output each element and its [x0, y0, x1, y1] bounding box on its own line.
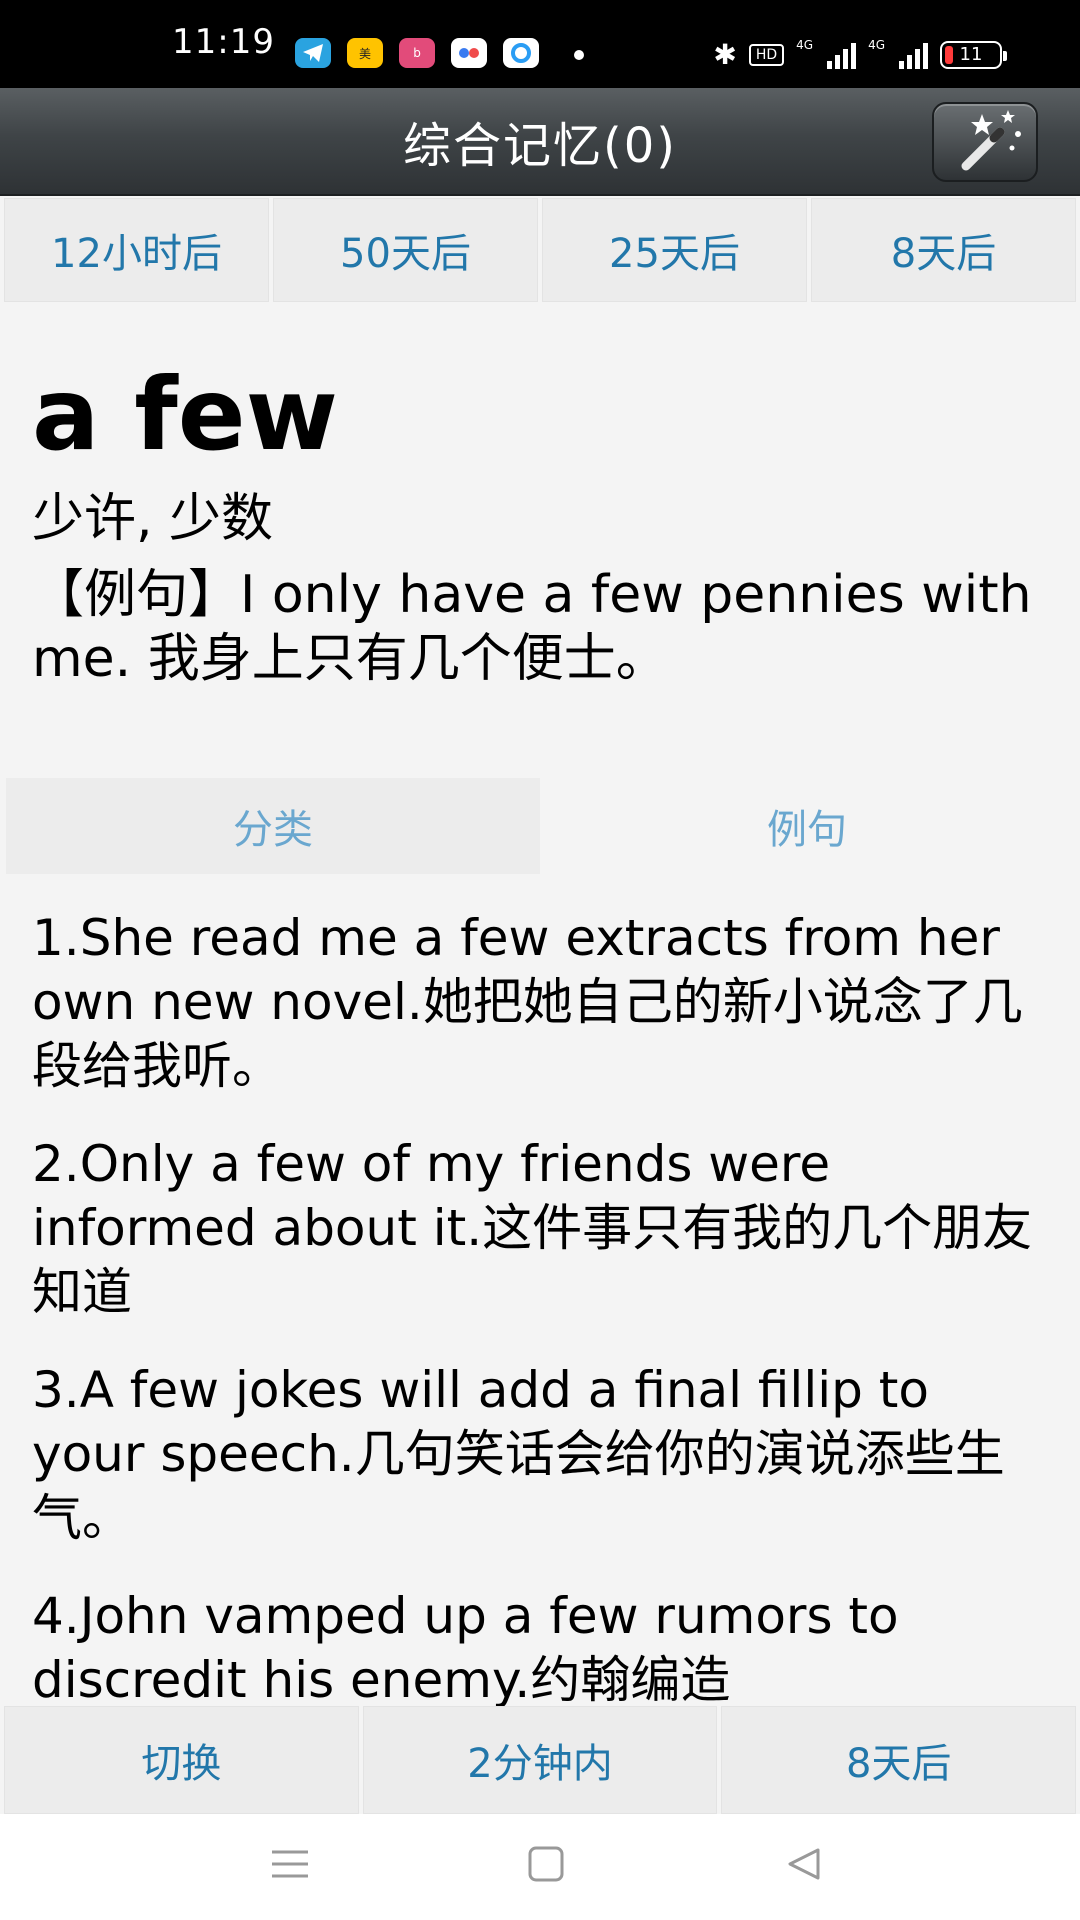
list-item: 1.She read me a few extracts from her ow…: [32, 909, 1023, 1095]
cloud-icon: [451, 38, 487, 68]
system-indicators: ✱ HD 4G 4G 11: [713, 38, 1007, 71]
battery-icon: 11: [940, 40, 1007, 69]
signal-icon-1: [827, 41, 857, 69]
status-time: 11:19: [172, 22, 275, 62]
bilibili-icon: b: [399, 38, 435, 68]
word-text: a few: [32, 356, 339, 473]
schedule-50d-button[interactable]: 50天后: [273, 198, 538, 302]
notification-icons: 美 b: [295, 38, 539, 68]
list-item: 3.A few jokes will add a final fillip to…: [32, 1361, 1005, 1547]
tab-examples[interactable]: 例句: [540, 778, 1074, 874]
telegram-icon: [295, 38, 331, 68]
tab-bar: 分类 例句: [6, 778, 1074, 874]
magic-wand-button[interactable]: [932, 102, 1038, 182]
more-notifications-dot: [574, 50, 584, 60]
app-icon: [503, 38, 539, 68]
example-list: 1.She read me a few extracts from her ow…: [32, 906, 1052, 1706]
word-example: 【例句】I only have a few pennies with me. 我…: [32, 565, 1032, 689]
menu-icon: [272, 1850, 308, 1878]
schedule-12h-button[interactable]: 12小时后: [4, 198, 269, 302]
back-button[interactable]: [784, 1844, 824, 1888]
menu-button[interactable]: [270, 1844, 310, 1888]
bluetooth-icon: ✱: [713, 38, 737, 71]
schedule-25d-button[interactable]: 25天后: [542, 198, 807, 302]
schedule-8d-button[interactable]: 8天后: [811, 198, 1076, 302]
hd-badge: HD: [748, 43, 785, 66]
signal-icon-2: [899, 41, 928, 69]
within-2-minutes-button[interactable]: 2分钟内: [362, 1706, 718, 1814]
app-header: 综合记忆(0): [0, 88, 1080, 196]
network-label-1: 4G: [796, 38, 814, 52]
page-title: 综合记忆(0): [403, 118, 677, 174]
meituan-icon: 美: [347, 38, 383, 68]
magic-wand-icon: [961, 110, 1021, 171]
status-bar: 11:19 美 b ✱ HD 4G 4G 11: [0, 0, 1080, 88]
schedule-buttons: 12小时后 50天后 25天后 8天后: [0, 198, 1080, 302]
switch-button[interactable]: 切换: [4, 1706, 359, 1814]
back-icon: [788, 1848, 820, 1880]
battery-level: 11: [959, 44, 983, 65]
home-button[interactable]: [526, 1844, 566, 1888]
list-item: 4.John vamped up a few rumors to discred…: [32, 1587, 899, 1706]
home-icon: [528, 1846, 564, 1882]
system-nav-bar: [0, 1814, 1080, 1920]
word-meaning: 少许, 少数: [32, 489, 274, 549]
after-8-days-button[interactable]: 8天后: [721, 1706, 1077, 1814]
list-item: 2.Only a few of my friends were informed…: [32, 1135, 1033, 1321]
word-card: a few 少许, 少数 【例句】I only have a few penni…: [32, 355, 1052, 691]
bottom-action-bar: 切换 2分钟内 8天后: [0, 1706, 1080, 1814]
network-label-2: 4G: [868, 38, 885, 52]
tab-category[interactable]: 分类: [6, 778, 540, 874]
